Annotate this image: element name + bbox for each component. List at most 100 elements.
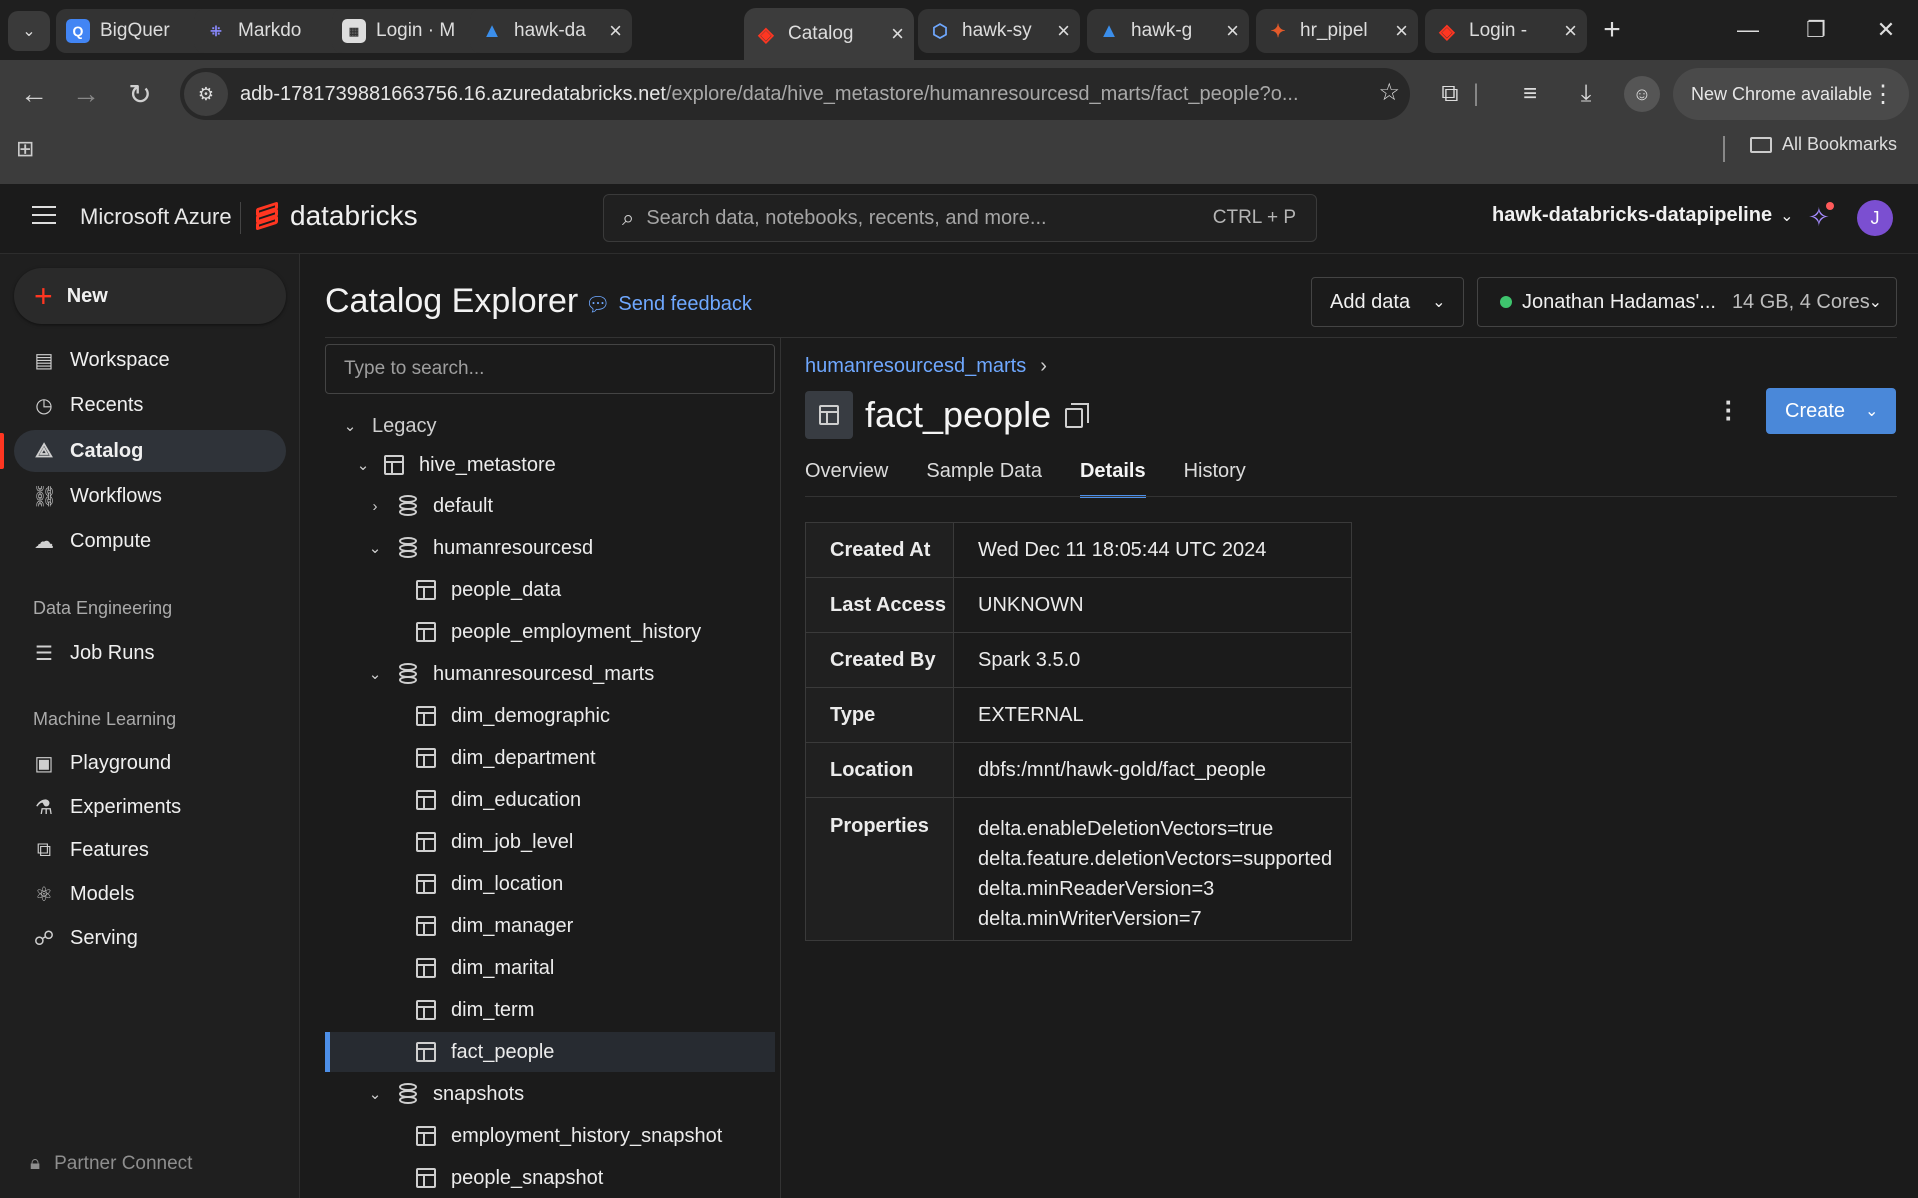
compute-selector[interactable]: Jonathan Hadamas'... 14 GB, 4 Cores ⌄: [1477, 277, 1897, 327]
databricks-logo[interactable]: databricks: [254, 200, 418, 232]
back-icon[interactable]: ←: [14, 74, 54, 114]
reload-icon[interactable]: ↻: [120, 74, 160, 114]
tree-item-employment-history-snapshot[interactable]: employment_history_snapshot: [325, 1116, 775, 1156]
tree-item-dim-term[interactable]: dim_term: [325, 990, 775, 1030]
tree-item-legacy[interactable]: ⌄ Legacy: [325, 406, 775, 446]
sidebar-item-catalog[interactable]: ⟁ Catalog: [0, 430, 286, 472]
flask-icon: ⚗: [35, 796, 53, 819]
bookmark-star-icon[interactable]: ☆: [1378, 78, 1400, 107]
chevron-right-icon[interactable]: ›: [365, 498, 385, 515]
pane-divider[interactable]: [780, 338, 781, 1198]
search-icon: ⌕: [622, 205, 635, 230]
sidebar-item-job-runs[interactable]: ☰ Job Runs: [14, 632, 286, 674]
sidebar-item-workspace[interactable]: ▤ Workspace: [14, 339, 286, 381]
tree-item-humanresourcesd-marts[interactable]: ⌄ humanresourcesd_marts: [325, 654, 775, 694]
tree-item-people-snapshot[interactable]: people_snapshot: [325, 1158, 775, 1198]
tree-item-dim-location[interactable]: dim_location: [325, 864, 775, 904]
tree-item-dim-manager[interactable]: dim_manager: [325, 906, 775, 946]
tree-item-dim-job-level[interactable]: dim_job_level: [325, 822, 775, 862]
sidebar-item-serving[interactable]: ☍ Serving: [14, 917, 286, 959]
tree-item-humanresourcesd[interactable]: ⌄ humanresourcesd: [325, 528, 775, 568]
browser-tab[interactable]: ✦ hr_pipel ×: [1256, 9, 1418, 53]
new-tab-button[interactable]: +: [1594, 12, 1630, 48]
chevron-down-icon[interactable]: ⌄: [340, 417, 360, 435]
add-data-button[interactable]: Add data ⌄: [1311, 277, 1464, 327]
workspace-selector[interactable]: hawk-databricks-datapipeline ⌄: [1492, 204, 1793, 227]
section-machine-learning: Machine Learning: [33, 709, 177, 729]
close-tab-icon[interactable]: ×: [891, 21, 904, 47]
media-icon[interactable]: ≡: [1512, 76, 1548, 112]
tab-overview[interactable]: Overview: [805, 460, 888, 498]
partner-connect-link[interactable]: 🔒︎ Partner Connect: [30, 1153, 192, 1175]
tree-item-dim-department[interactable]: dim_department: [325, 738, 775, 778]
sidebar-item-workflows[interactable]: ⛓ Workflows: [14, 475, 286, 517]
sidebar-item-models[interactable]: ⚛ Models: [14, 873, 286, 915]
chevron-down-icon[interactable]: ⌄: [353, 456, 373, 474]
tree-item-hive-metastore[interactable]: ⌄ hive_metastore: [325, 445, 775, 485]
tree-item-dim-education[interactable]: dim_education: [325, 780, 775, 820]
apps-grid-icon[interactable]: ⊞: [16, 136, 34, 162]
close-tab-icon[interactable]: ×: [1057, 18, 1070, 44]
chevron-down-icon[interactable]: ⌄: [365, 539, 385, 557]
download-icon[interactable]: ⤓: [1568, 76, 1604, 112]
tree-item-people-data[interactable]: people_data: [325, 570, 775, 610]
tree-item-dim-marital[interactable]: dim_marital: [325, 948, 775, 988]
tab-history[interactable]: History: [1184, 460, 1246, 498]
global-search-input[interactable]: [646, 206, 1213, 230]
tab-sample-data[interactable]: Sample Data: [926, 460, 1042, 498]
synapse-icon: ⬡: [932, 20, 948, 41]
restore-icon[interactable]: ❐: [1796, 10, 1836, 50]
browser-tab[interactable]: ▲ hawk-g ×: [1087, 9, 1249, 53]
close-tab-icon[interactable]: ×: [1564, 18, 1577, 44]
breadcrumb: humanresourcesd_marts ›: [805, 355, 1047, 378]
chevron-down-icon[interactable]: ⌄: [365, 1085, 385, 1103]
notification-dot: [1825, 202, 1834, 210]
tree-item-dim-demographic[interactable]: dim_demographic: [325, 696, 775, 736]
url-text[interactable]: adb-1781739881663756.16.azuredatabricks.…: [240, 83, 1352, 106]
table-icon: [415, 705, 437, 727]
chrome-update-button[interactable]: New Chrome available ⋮: [1673, 68, 1909, 120]
tree-item-people-employment-history[interactable]: people_employment_history: [325, 612, 775, 652]
address-bar[interactable]: ⚙ adb-1781739881663756.16.azuredatabrick…: [180, 68, 1410, 120]
copy-icon[interactable]: [1065, 403, 1089, 428]
property-item: delta.feature.deletionVectors=supported: [978, 848, 1333, 870]
browser-tab[interactable]: ▲ hawk-da ×: [470, 9, 632, 53]
breadcrumb-schema-link[interactable]: humanresourcesd_marts: [805, 355, 1026, 378]
all-bookmarks-button[interactable]: All Bookmarks: [1750, 134, 1897, 155]
tab-details[interactable]: Details: [1079, 460, 1146, 498]
close-tab-icon[interactable]: ×: [1395, 18, 1408, 44]
models-icon: ⚛: [35, 883, 53, 906]
create-button[interactable]: Create ⌄: [1766, 388, 1896, 434]
sidebar-item-recents[interactable]: ◷ Recents: [14, 384, 286, 426]
tree-search-input[interactable]: [325, 344, 775, 394]
close-tab-icon[interactable]: ×: [1226, 18, 1239, 44]
new-button[interactable]: + New: [14, 268, 286, 324]
more-vert-icon[interactable]: · · ·: [1719, 389, 1739, 431]
tree-item-default[interactable]: › default: [325, 486, 775, 526]
send-feedback-link[interactable]: 💬︎ Send feedback: [585, 292, 752, 317]
tree-item-fact-people[interactable]: fact_people: [325, 1032, 775, 1072]
brand-divider: [240, 202, 241, 234]
site-info-icon[interactable]: ⚙: [184, 72, 228, 116]
table-icon: [415, 579, 437, 601]
sidebar-item-experiments[interactable]: ⚗ Experiments: [14, 786, 286, 828]
menu-icon[interactable]: [32, 206, 56, 230]
browser-tab[interactable]: ◈ Login - ×: [1425, 9, 1587, 53]
sidebar-item-compute[interactable]: ☁ Compute: [14, 520, 286, 562]
tab-search-button[interactable]: ⌄: [8, 11, 50, 51]
close-tab-icon[interactable]: ×: [609, 18, 622, 44]
sidebar-item-features[interactable]: ⧉ Features: [14, 829, 286, 871]
forward-icon[interactable]: →: [66, 74, 106, 114]
assistant-sparkle-icon[interactable]: ✧: [1808, 202, 1834, 233]
tree-item-snapshots[interactable]: ⌄ snapshots: [325, 1074, 775, 1114]
profile-avatar-icon[interactable]: ☺: [1624, 76, 1660, 112]
close-window-icon[interactable]: ✕: [1866, 10, 1906, 50]
browser-tab[interactable]: ⬡ hawk-sy ×: [918, 9, 1080, 53]
avatar[interactable]: J: [1857, 200, 1893, 236]
extensions-icon[interactable]: ⧉: [1432, 76, 1468, 112]
chevron-down-icon[interactable]: ⌄: [365, 665, 385, 683]
sidebar-item-playground[interactable]: ▣ Playground: [14, 742, 286, 784]
browser-tab-active[interactable]: ◈ Catalog ×: [744, 8, 914, 60]
minimize-icon[interactable]: —: [1728, 10, 1768, 50]
global-search[interactable]: ⌕ CTRL + P: [603, 194, 1317, 242]
